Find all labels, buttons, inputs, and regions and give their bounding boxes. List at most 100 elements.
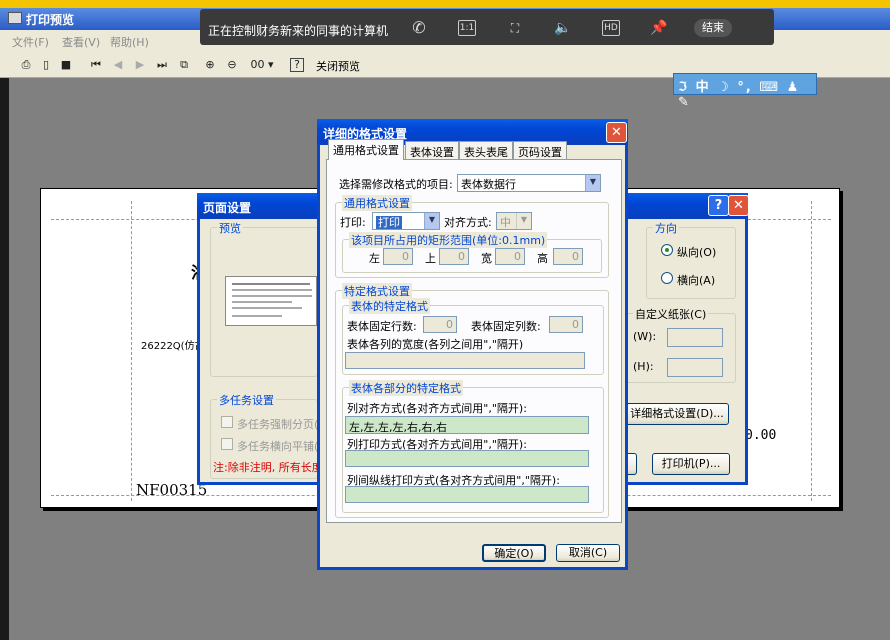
tab-body[interactable]: 表体设置	[405, 141, 459, 159]
punctuation-icon[interactable]: °,	[737, 80, 752, 95]
landscape-label: 横向(A)	[677, 274, 716, 287]
prev-page-icon[interactable]: ◀	[110, 57, 126, 73]
fullscreen-icon[interactable]: ⛶	[506, 20, 524, 36]
tab-header-footer[interactable]: 表头表尾	[459, 141, 513, 159]
top-label: 上	[425, 252, 436, 265]
print-icon[interactable]: ⎙	[18, 57, 34, 73]
format-dialog: 详细的格式设置 ✕ 通用格式设置 表体设置 表头表尾 页码设置 选择需修改格式的…	[317, 119, 628, 570]
ime-toolbar: ℑ 中 ☽ °, ⌨ ♟ ✎	[673, 73, 817, 110]
special-group: 特定格式设置 表体的特定格式 表体固定行数: 0 表体固定列数: 0 表体各列的…	[335, 283, 609, 518]
help-icon[interactable]: ?	[290, 58, 304, 72]
fixed-rows-label: 表体固定行数:	[347, 320, 417, 333]
horizontal-label: 多任务横向平铺(I)	[237, 440, 326, 453]
close-button[interactable]: ✕	[728, 195, 749, 216]
preview-group: 预览	[210, 220, 318, 377]
menu-view[interactable]: 查看(V)	[62, 34, 100, 50]
landscape-radio[interactable]	[661, 272, 673, 284]
printer-button[interactable]: 打印机(P)...	[652, 453, 730, 475]
length-note: 注:除非注明, 所有长度	[213, 461, 323, 474]
width-label: (W):	[633, 330, 657, 343]
top-input[interactable]: 0	[439, 248, 469, 265]
chevron-down-icon: ▼	[585, 175, 600, 191]
force-page-checkbox[interactable]	[221, 416, 233, 428]
col-align-label: 列对齐方式(各对齐方式间用","隔开):	[347, 402, 527, 415]
save-icon[interactable]: ■	[58, 57, 74, 73]
zoom-out-icon[interactable]: ⊖	[224, 57, 240, 73]
select-item-label: 选择需修改格式的项目:	[339, 178, 453, 191]
margin-line-right	[811, 201, 812, 501]
tab-page-number[interactable]: 页码设置	[513, 141, 567, 159]
item-select[interactable]: 表体数据行 ▼	[457, 174, 601, 192]
parts-special-group: 表体各部分的特定格式 列对齐方式(各对齐方式间用","隔开): 左,左,左,左,…	[342, 380, 604, 513]
chevron-down-icon: ▼	[424, 213, 439, 229]
page-icon[interactable]: ▯	[38, 57, 54, 73]
height-input[interactable]: 0	[553, 248, 583, 265]
custom-paper-group: 自定义纸张(C) (W): (H):	[610, 306, 736, 383]
align-label: 对齐方式:	[444, 216, 492, 229]
margin-line-left	[131, 201, 132, 501]
preview-thumbnail	[225, 276, 317, 326]
help-button[interactable]: ?	[708, 195, 729, 216]
chevron-down-icon: ▼	[516, 213, 531, 229]
width-label: 宽	[481, 252, 492, 265]
keyboard-icon[interactable]: ⌨	[759, 80, 780, 95]
col-width-label: 表体各列的宽度(各列之间用","隔开)	[347, 338, 524, 351]
orientation-group: 方向 纵向(O) 横向(A)	[646, 220, 736, 299]
main-window-title: 打印预览	[26, 13, 75, 27]
format-close-button[interactable]: ✕	[606, 122, 627, 143]
detail-format-button[interactable]: 详细格式设置(D)...	[625, 403, 729, 425]
top-accent-bar	[0, 0, 890, 8]
printer-app-icon	[8, 12, 22, 24]
fixed-cols-label: 表体固定列数:	[471, 320, 541, 333]
ratio-button[interactable]: 1:1	[458, 20, 476, 36]
zoom-in-icon[interactable]: ⊕	[202, 57, 218, 73]
col-width-input[interactable]	[345, 352, 585, 369]
multi-page-icon[interactable]: ⧉	[176, 57, 192, 73]
left-dark-strip	[0, 78, 9, 640]
custom-paper-label: 自定义纸张(C)	[633, 306, 709, 322]
user-icon[interactable]: ♟	[787, 80, 801, 95]
print-select[interactable]: 打印 ▼	[372, 212, 440, 230]
tab-general[interactable]: 通用格式设置	[328, 139, 404, 160]
zoom-select[interactable]: 00 ▾	[248, 57, 276, 73]
left-label: 左	[369, 252, 380, 265]
horizontal-checkbox[interactable]	[221, 438, 233, 450]
remote-control-title: 正在控制财务新来的同事的计算机	[208, 24, 389, 38]
general-tab-panel: 选择需修改格式的项目: 表体数据行 ▼ 通用格式设置 打印: 打印 ▼ 对齐方式…	[326, 159, 622, 523]
portrait-radio[interactable]	[661, 244, 673, 256]
col-line-input[interactable]	[345, 486, 589, 503]
speaker-icon[interactable]: 🔈	[554, 20, 572, 36]
moon-icon[interactable]: ☽	[717, 80, 731, 95]
height-input[interactable]	[667, 358, 723, 377]
fixed-rows-input[interactable]: 0	[423, 316, 457, 333]
ime-logo-icon[interactable]: ℑ	[678, 80, 689, 95]
first-page-icon[interactable]: ⏮	[88, 57, 104, 73]
fixed-cols-input[interactable]: 0	[549, 316, 583, 333]
align-select[interactable]: 中 ▼	[496, 212, 532, 230]
menu-help[interactable]: 帮助(H)	[110, 34, 149, 50]
ime-mode-label[interactable]: 中	[696, 80, 711, 95]
body-special-group: 表体的特定格式 表体固定行数: 0 表体固定列数: 0 表体各列的宽度(各列之间…	[342, 298, 604, 375]
portrait-label: 纵向(O)	[677, 246, 717, 259]
col-print-input[interactable]	[345, 450, 589, 467]
hd-button[interactable]: HD	[602, 20, 620, 36]
last-page-icon[interactable]: ⏭	[154, 57, 170, 73]
left-input[interactable]: 0	[383, 248, 413, 265]
width-input[interactable]: 0	[495, 248, 525, 265]
paper-amount: 0.00	[745, 428, 777, 443]
end-button[interactable]: 结束	[694, 19, 732, 37]
width-input[interactable]	[667, 328, 723, 347]
next-page-icon[interactable]: ▶	[132, 57, 148, 73]
menu-file[interactable]: 文件(F)	[12, 34, 49, 50]
close-preview-button[interactable]: 关闭预览	[316, 58, 360, 74]
print-label: 打印:	[340, 216, 366, 229]
wrench-icon[interactable]: ✎	[678, 95, 691, 110]
phone-icon[interactable]: ✆	[410, 20, 428, 36]
remote-control-bar: 正在控制财务新来的同事的计算机 ✆ 1:1 ⛶ 🔈 HD 📌 结束	[200, 9, 774, 45]
col-align-input[interactable]: 左,左,左,左,右,右,右	[345, 416, 589, 434]
ok-button[interactable]: 确定(O)	[482, 544, 546, 562]
cancel-button[interactable]: 取消(C)	[556, 544, 620, 562]
rect-group: 该项目所占用的矩形范围(单位:0.1mm) 左 0 上 0 宽 0 高 0	[342, 232, 602, 273]
height-label: (H):	[633, 360, 654, 373]
pin-icon[interactable]: 📌	[650, 20, 668, 36]
